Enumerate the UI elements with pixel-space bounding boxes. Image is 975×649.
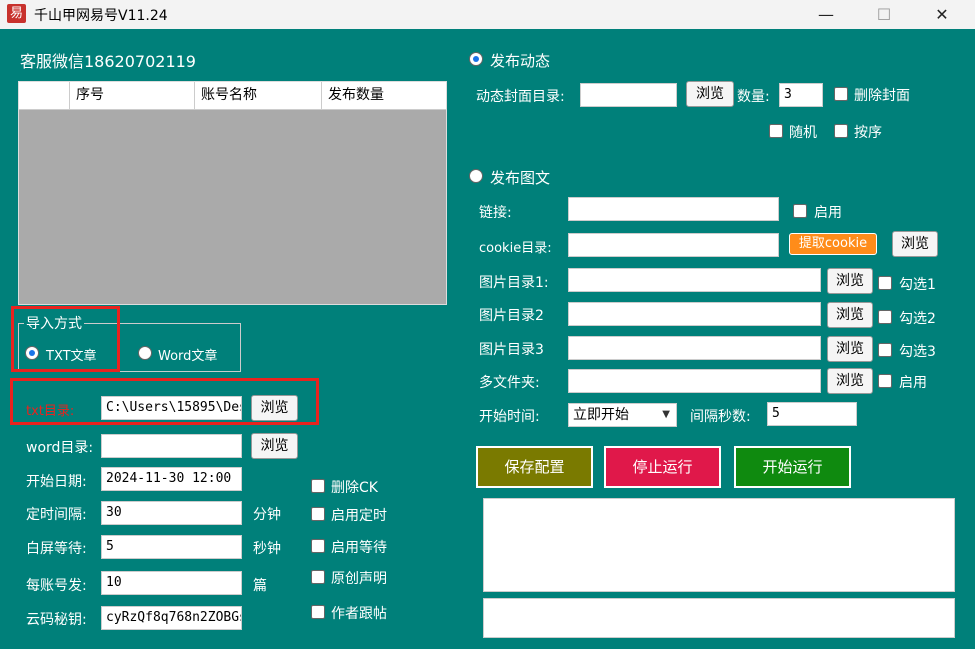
multi-folder-browse-button[interactable]: 浏览 [827, 368, 873, 394]
check3-checkbox[interactable] [878, 343, 892, 357]
enable-schedule-checkbox[interactable] [311, 507, 325, 521]
image-dir3-label: 图片目录3 [479, 342, 544, 358]
image-dir2-label: 图片目录2 [479, 308, 544, 324]
word-radio[interactable] [138, 346, 152, 360]
original-statement-label: 原创声明 [331, 571, 387, 587]
start-date-label: 开始日期: [26, 474, 87, 490]
check2-checkbox[interactable] [878, 310, 892, 324]
image-dir1-browse-button[interactable]: 浏览 [827, 268, 873, 294]
secret-input[interactable]: cyRzQf8q768n2ZOBGs [101, 606, 242, 630]
random-label: 随机 [789, 125, 817, 141]
publish-dynamic-radio[interactable] [469, 52, 483, 66]
multi-folder-enable-checkbox[interactable] [878, 374, 892, 388]
secret-label: 云码秘钥: [26, 612, 87, 628]
enable-schedule-label: 启用定时 [331, 508, 387, 524]
sequence-label: 按序 [854, 125, 882, 141]
image-dir3-input[interactable] [568, 336, 821, 360]
image-dir2-browse-button[interactable]: 浏览 [827, 302, 873, 328]
delete-cover-label: 删除封面 [854, 88, 910, 104]
service-wechat: 客服微信18620702119 [20, 52, 196, 71]
status-output[interactable] [483, 598, 955, 638]
multi-folder-input[interactable] [568, 369, 821, 393]
white-wait-input[interactable]: 5 [101, 535, 242, 559]
per-account-input[interactable]: 10 [101, 571, 242, 595]
word-dir-input[interactable] [101, 434, 242, 458]
quantity-input[interactable]: 3 [779, 83, 823, 107]
publish-article-radio[interactable] [469, 169, 483, 183]
word-browse-button[interactable]: 浏览 [251, 433, 298, 459]
link-enable-label: 启用 [814, 205, 842, 221]
publish-article-label: 发布图文 [490, 169, 551, 187]
publish-dynamic-label: 发布动态 [490, 52, 551, 70]
per-account-label: 每账号发: [26, 578, 87, 594]
cookie-dir-input[interactable] [568, 233, 779, 257]
link-input[interactable] [568, 197, 779, 221]
interval-unit: 分钟 [253, 507, 281, 523]
chevron-down-icon: ▼ [662, 409, 670, 420]
log-output[interactable] [483, 498, 955, 592]
author-follow-checkbox[interactable] [311, 605, 325, 619]
gap-seconds-label: 间隔秒数: [690, 409, 751, 425]
cover-dir-label: 动态封面目录: [476, 89, 565, 105]
word-dir-label: word目录: [26, 440, 94, 456]
window-title: 千山甲网易号V11.24 [34, 8, 168, 24]
save-config-button[interactable]: 保存配置 [476, 446, 593, 488]
delete-cover-checkbox[interactable] [834, 87, 848, 101]
enable-wait-checkbox[interactable] [311, 539, 325, 553]
delete-ck-checkbox[interactable] [311, 479, 325, 493]
multi-folder-enable-label: 启用 [899, 375, 927, 391]
column-header-count: 发布数量 [321, 82, 446, 109]
gap-seconds-input[interactable]: 5 [767, 402, 857, 426]
title-bar: 易 千山甲网易号V11.24 — ☐ ✕ [0, 0, 975, 29]
start-time-value: 立即开始 [573, 407, 629, 423]
minimize-button[interactable]: — [797, 0, 855, 29]
original-statement-checkbox[interactable] [311, 570, 325, 584]
link-enable-checkbox[interactable] [793, 204, 807, 218]
check2-label: 勾选2 [899, 311, 936, 327]
white-wait-label: 白屏等待: [26, 541, 87, 557]
image-dir3-browse-button[interactable]: 浏览 [827, 336, 873, 362]
image-dir2-input[interactable] [568, 302, 821, 326]
white-wait-unit: 秒钟 [253, 541, 281, 557]
interval-label: 定时间隔: [26, 507, 87, 523]
author-follow-label: 作者跟帖 [331, 606, 387, 622]
cover-browse-button[interactable]: 浏览 [686, 81, 734, 107]
table-header: 序号 账号名称 发布数量 [19, 82, 446, 110]
random-checkbox[interactable] [769, 124, 783, 138]
stop-button[interactable]: 停止运行 [604, 446, 721, 488]
per-account-unit: 篇 [253, 578, 267, 594]
word-radio-label: Word文章 [158, 349, 218, 364]
quantity-label: 数量: [737, 89, 770, 105]
close-button[interactable]: ✕ [913, 0, 971, 29]
start-date-input[interactable]: 2024-11-30 12:00 [101, 467, 242, 491]
image-dir1-label: 图片目录1: [479, 275, 549, 291]
highlight-box-txt [10, 378, 319, 425]
cookie-browse-button[interactable]: 浏览 [892, 231, 938, 257]
multi-folder-label: 多文件夹: [479, 375, 540, 391]
column-header-index: 序号 [69, 82, 194, 109]
sequence-checkbox[interactable] [834, 124, 848, 138]
account-table[interactable]: 序号 账号名称 发布数量 [18, 81, 447, 305]
column-header [19, 82, 69, 109]
image-dir1-input[interactable] [568, 268, 821, 292]
highlight-box-import [11, 306, 120, 372]
interval-input[interactable]: 30 [101, 501, 242, 525]
cover-dir-input[interactable] [580, 83, 677, 107]
column-header-account: 账号名称 [194, 82, 321, 109]
maximize-button[interactable]: ☐ [855, 0, 913, 29]
check3-label: 勾选3 [899, 344, 936, 360]
delete-ck-label: 删除CK [331, 480, 378, 496]
extract-cookie-button[interactable]: 提取cookie [789, 233, 877, 255]
cookie-dir-label: cookie目录: [479, 241, 552, 256]
app-icon: 易 [7, 4, 26, 23]
start-time-label: 开始时间: [479, 409, 540, 425]
start-time-select[interactable]: 立即开始 ▼ [568, 403, 677, 427]
check1-label: 勾选1 [899, 277, 936, 293]
enable-wait-label: 启用等待 [331, 540, 387, 556]
check1-checkbox[interactable] [878, 276, 892, 290]
link-label: 链接: [479, 205, 512, 221]
start-button[interactable]: 开始运行 [734, 446, 851, 488]
